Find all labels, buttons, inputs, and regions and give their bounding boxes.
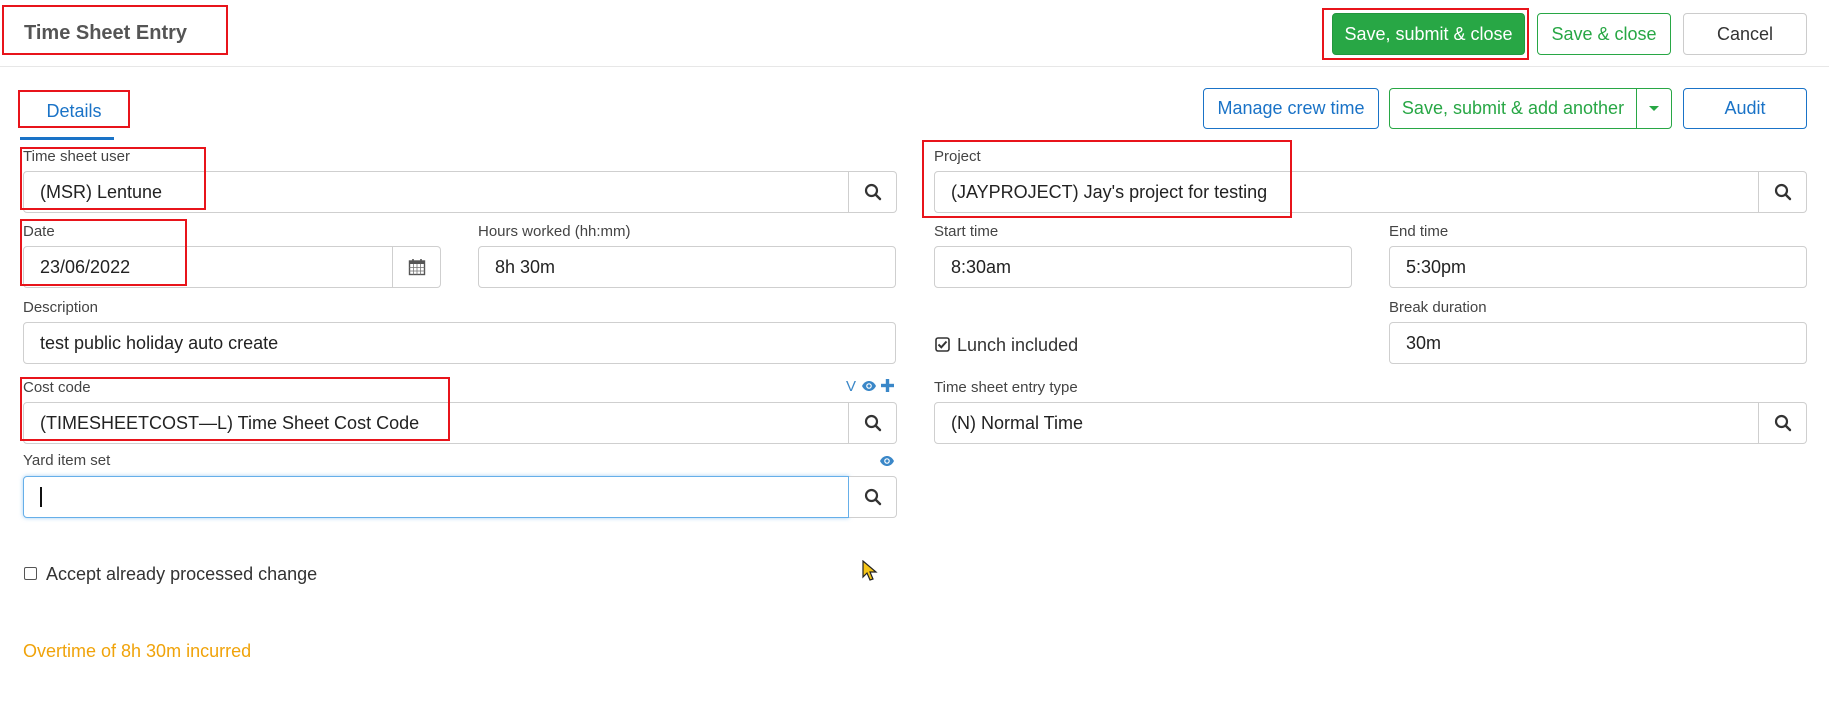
break-duration-field[interactable]: 30m [1389,322,1807,364]
audit-button[interactable]: Audit [1683,88,1807,129]
entry-type-search-button[interactable] [1759,402,1807,444]
cost-code-field[interactable]: (TIMESHEETCOST—L) Time Sheet Cost Code [23,402,849,444]
accept-processed-label: Accept already processed change [46,564,318,584]
checkbox-checked-icon [935,337,950,352]
yard-item-set-field[interactable] [23,476,849,518]
cost-code-search-button[interactable] [849,402,897,444]
save-close-button[interactable]: Save & close [1537,13,1671,55]
project-search-button[interactable] [1759,171,1807,213]
break-duration-label: Break duration [1389,299,1487,316]
start-time-field[interactable]: 8:30am [934,246,1352,288]
accept-processed-checkbox[interactable] [24,567,37,580]
date-field[interactable]: 23/06/2022 [23,246,393,288]
manage-crew-time-button[interactable]: Manage crew time [1203,88,1379,129]
search-icon [1774,414,1791,432]
entry-type-field[interactable]: (N) Normal Time [934,402,1759,444]
save-submit-close-button[interactable]: Save, submit & close [1332,13,1525,55]
end-time-label: End time [1389,223,1449,240]
eye-icon[interactable] [861,380,877,392]
entry-type-label: Time sheet entry type [934,379,1078,396]
cost-code-version-link[interactable]: V [846,378,856,395]
time-sheet-user-label: Time sheet user [23,148,130,165]
plus-icon[interactable] [881,379,894,392]
project-field[interactable]: (JAYPROJECT) Jay's project for testing [934,171,1759,213]
search-icon [864,488,881,506]
lunch-included-checkbox[interactable] [935,337,950,352]
search-icon [864,183,881,201]
calendar-icon [408,259,425,276]
time-sheet-user-field[interactable]: (MSR) Lentune [23,171,849,213]
description-field[interactable]: test public holiday auto create [23,322,896,364]
caret-down-icon [1649,105,1659,111]
mouse-pointer-icon [862,559,878,587]
overtime-warning: Overtime of 8h 30m incurred [23,641,252,661]
yard-item-set-search-button[interactable] [849,476,897,518]
start-time-label: Start time [934,223,999,240]
text-cursor [40,487,42,507]
tab-details[interactable]: Details [20,94,128,128]
time-sheet-user-search-button[interactable] [849,171,897,213]
end-time-field[interactable]: 5:30pm [1389,246,1807,288]
yard-item-set-label: Yard item set [23,452,111,469]
project-label: Project [934,148,981,165]
hours-worked-label: Hours worked (hh:mm) [478,223,631,240]
cancel-button[interactable]: Cancel [1683,13,1807,55]
tab-active-indicator [20,137,114,140]
date-picker-button[interactable] [393,246,441,288]
search-icon [1774,183,1791,201]
save-submit-add-another-button[interactable]: Save, submit & add another [1389,88,1637,129]
cost-code-label: Cost code [23,379,91,396]
search-icon [864,414,881,432]
eye-icon[interactable] [879,455,895,467]
description-label: Description [23,299,99,316]
hours-worked-field[interactable]: 8h 30m [478,246,896,288]
header-divider [0,66,1829,67]
date-label: Date [23,223,55,240]
save-options-dropdown[interactable] [1636,88,1672,129]
page-title: Time Sheet Entry [24,22,188,44]
lunch-included-label: Lunch included [957,335,1079,355]
